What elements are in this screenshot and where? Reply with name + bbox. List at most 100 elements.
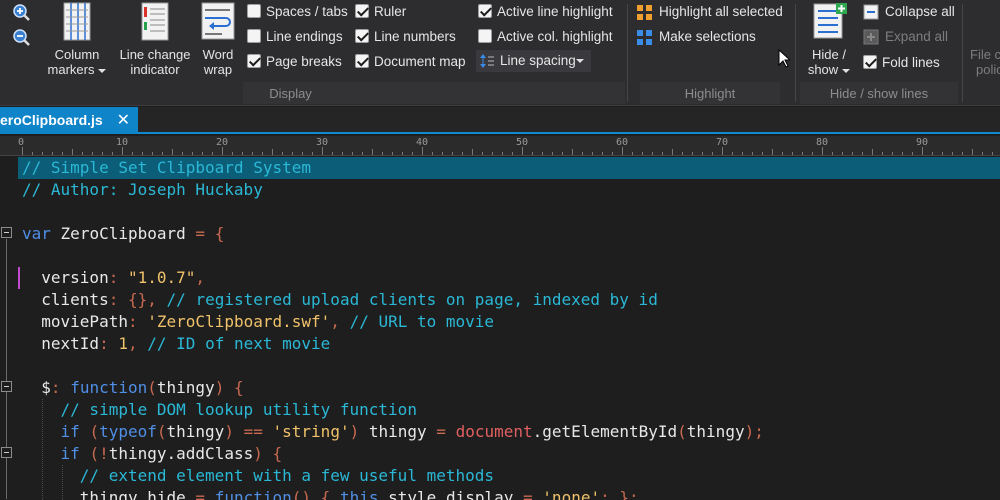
code-line: version: "1.0.7", [41, 268, 206, 287]
ruler-tick [962, 152, 963, 155]
fold-lines-label: Fold lines [882, 55, 940, 70]
ruler-tick [632, 152, 633, 155]
ruler-tick [852, 152, 853, 155]
collapse-all-button[interactable]: Collapse all [863, 3, 958, 23]
ruler-tick [802, 152, 803, 155]
ruler-tick [442, 152, 443, 155]
highlight-all-selected-button[interactable]: Highlight all selected [636, 3, 791, 23]
ruler-tick [342, 152, 343, 155]
active-col-highlight-option[interactable]: Active col. highlight [478, 29, 623, 47]
ruler-tick [232, 152, 233, 155]
ruler-tick [822, 147, 823, 155]
active-line-highlight-checkbox[interactable] [478, 4, 492, 18]
ruler-tick [882, 152, 883, 155]
spaces-tabs-option[interactable]: Spaces / tabs [247, 4, 357, 22]
ruler-tick [872, 149, 873, 155]
fold-lines-option[interactable]: Fold lines [863, 55, 958, 73]
ruler-number: 30 [316, 137, 329, 148]
ruler-tick [352, 152, 353, 155]
ruler-number: 40 [416, 137, 429, 148]
ruler-tick [312, 152, 313, 155]
ruler-tick [332, 152, 333, 155]
line-spacing-dropdown[interactable]: Line spacing [476, 50, 591, 72]
zoom-in-icon[interactable] [10, 2, 32, 24]
active-col-highlight-checkbox[interactable] [478, 29, 492, 43]
line-change-indicator-button[interactable]: Line change indicator [115, 0, 195, 80]
close-icon[interactable]: ✕ [117, 107, 130, 134]
ribbon-toolbar: Column markers Line change indicator Wor… [0, 0, 1000, 106]
ruler-tick [672, 149, 673, 155]
ruler-tick [322, 147, 323, 155]
expand-all-button[interactable]: Expand all [863, 28, 958, 48]
ruler-tick [412, 152, 413, 155]
line-numbers-checkbox[interactable] [355, 29, 369, 43]
mouse-cursor-icon [778, 49, 790, 68]
line-endings-option[interactable]: Line endings [247, 29, 357, 47]
page-breaks-option[interactable]: Page breaks [247, 54, 357, 72]
page-breaks-checkbox[interactable] [247, 54, 261, 68]
ruler-tick [752, 152, 753, 155]
zoom-out-icon[interactable] [10, 27, 32, 49]
ruler-tick [612, 152, 613, 155]
fold-toggle-icon[interactable] [1, 227, 12, 238]
ruler-tick [102, 152, 103, 155]
ruler-tick [972, 149, 973, 155]
ruler-tick [362, 152, 363, 155]
ruler-tick [392, 152, 393, 155]
hide-show-label-1: Hide / [812, 47, 846, 62]
line-numbers-option[interactable]: Line numbers [355, 29, 470, 47]
ruler-tick [142, 152, 143, 155]
active-col-highlight-label: Active col. highlight [497, 29, 613, 44]
code-editor[interactable]: // Simple Set Clipboard System // Author… [0, 157, 1000, 500]
document-map-checkbox[interactable] [355, 54, 369, 68]
ruler-tick [62, 152, 63, 155]
ruler-tick [772, 149, 773, 155]
ruler-tick [172, 149, 173, 155]
code-line: // simple DOM lookup utility function [60, 400, 417, 419]
ruler-tick [502, 152, 503, 155]
ruler-tick [472, 149, 473, 155]
ruler-tick [922, 147, 923, 155]
ruler-tick [742, 152, 743, 155]
column-markers-button[interactable]: Column markers [42, 0, 112, 80]
fold-toggle-icon[interactable] [1, 447, 12, 458]
file-policy-button[interactable]: File c polic [966, 0, 1000, 80]
document-map-option[interactable]: Document map [355, 54, 470, 72]
line-endings-checkbox[interactable] [247, 29, 261, 43]
hide-show-button[interactable]: Hide / show [800, 0, 858, 80]
ruler-tick [432, 152, 433, 155]
active-line-highlight-label: Active line highlight [497, 4, 613, 19]
ruler-tick [912, 152, 913, 155]
ruler: 0 10 20 30 40 50 60 70 80 90 [0, 136, 1000, 156]
word-wrap-button[interactable]: Word wrap [197, 0, 239, 80]
collapse-all-icon [863, 4, 879, 20]
fold-gutter [0, 157, 18, 500]
ruler-tick [892, 152, 893, 155]
ruler-tick [792, 152, 793, 155]
column-markers-label-1: Column [54, 47, 100, 62]
ruler-tick [652, 152, 653, 155]
make-selections-button[interactable]: Make selections [636, 28, 791, 48]
ruler-tick [782, 152, 783, 155]
ruler-tick [732, 152, 733, 155]
spaces-tabs-label: Spaces / tabs [266, 4, 348, 19]
ruler-tick [842, 152, 843, 155]
code-line: var ZeroClipboard = { [22, 224, 225, 243]
ruler-checkbox[interactable] [355, 4, 369, 18]
active-line-highlight-option[interactable]: Active line highlight [478, 4, 623, 22]
fold-lines-checkbox[interactable] [863, 55, 877, 69]
hide-show-icon [813, 3, 847, 39]
ruler-option[interactable]: Ruler [355, 4, 470, 22]
ruler-tick [832, 152, 833, 155]
spaces-tabs-checkbox[interactable] [247, 4, 261, 18]
ruler-tick [132, 152, 133, 155]
code-line: // extend element with a few useful meth… [79, 466, 495, 485]
ruler-tick [662, 152, 663, 155]
code-line: moviePath: 'ZeroClipboard.swf', // URL t… [41, 312, 495, 331]
fold-toggle-icon[interactable] [1, 381, 12, 392]
ruler-tick [112, 152, 113, 155]
ruler-tick [532, 152, 533, 155]
ruler-tick [192, 152, 193, 155]
tab-zeroclipboard-js[interactable]: eroClipboard.js ✕ [0, 107, 138, 134]
make-selections-label: Make selections [659, 29, 756, 44]
